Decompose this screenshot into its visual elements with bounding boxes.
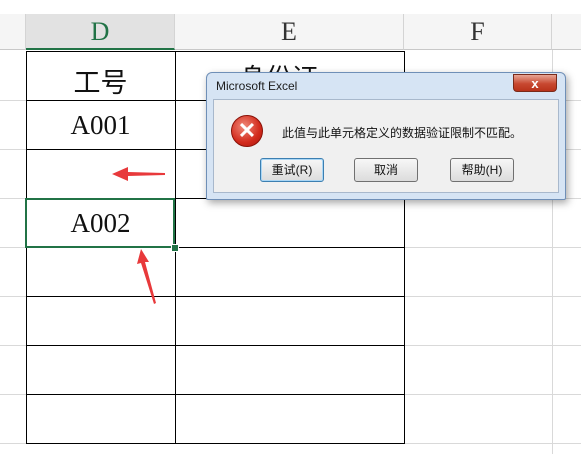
error-icon: ✕ — [231, 115, 263, 147]
arrow-left-icon — [112, 167, 165, 181]
close-button[interactable]: x — [513, 74, 557, 92]
error-dialog: Microsoft Excel x ✕ 此值与此单元格定义的数据验证限制不匹配。… — [206, 72, 566, 200]
arrow-up-icon — [137, 249, 156, 304]
cancel-button[interactable]: 取消 — [354, 158, 418, 182]
help-button[interactable]: 帮助(H) — [450, 158, 514, 182]
annotation-arrows — [112, 167, 165, 304]
dialog-title: Microsoft Excel — [216, 79, 298, 93]
dialog-message: 此值与此单元格定义的数据验证限制不匹配。 — [282, 126, 523, 140]
dialog-body: ✕ 此值与此单元格定义的数据验证限制不匹配。 重试(R) 取消 帮助(H) — [213, 99, 559, 193]
retry-button[interactable]: 重试(R) — [260, 158, 324, 182]
